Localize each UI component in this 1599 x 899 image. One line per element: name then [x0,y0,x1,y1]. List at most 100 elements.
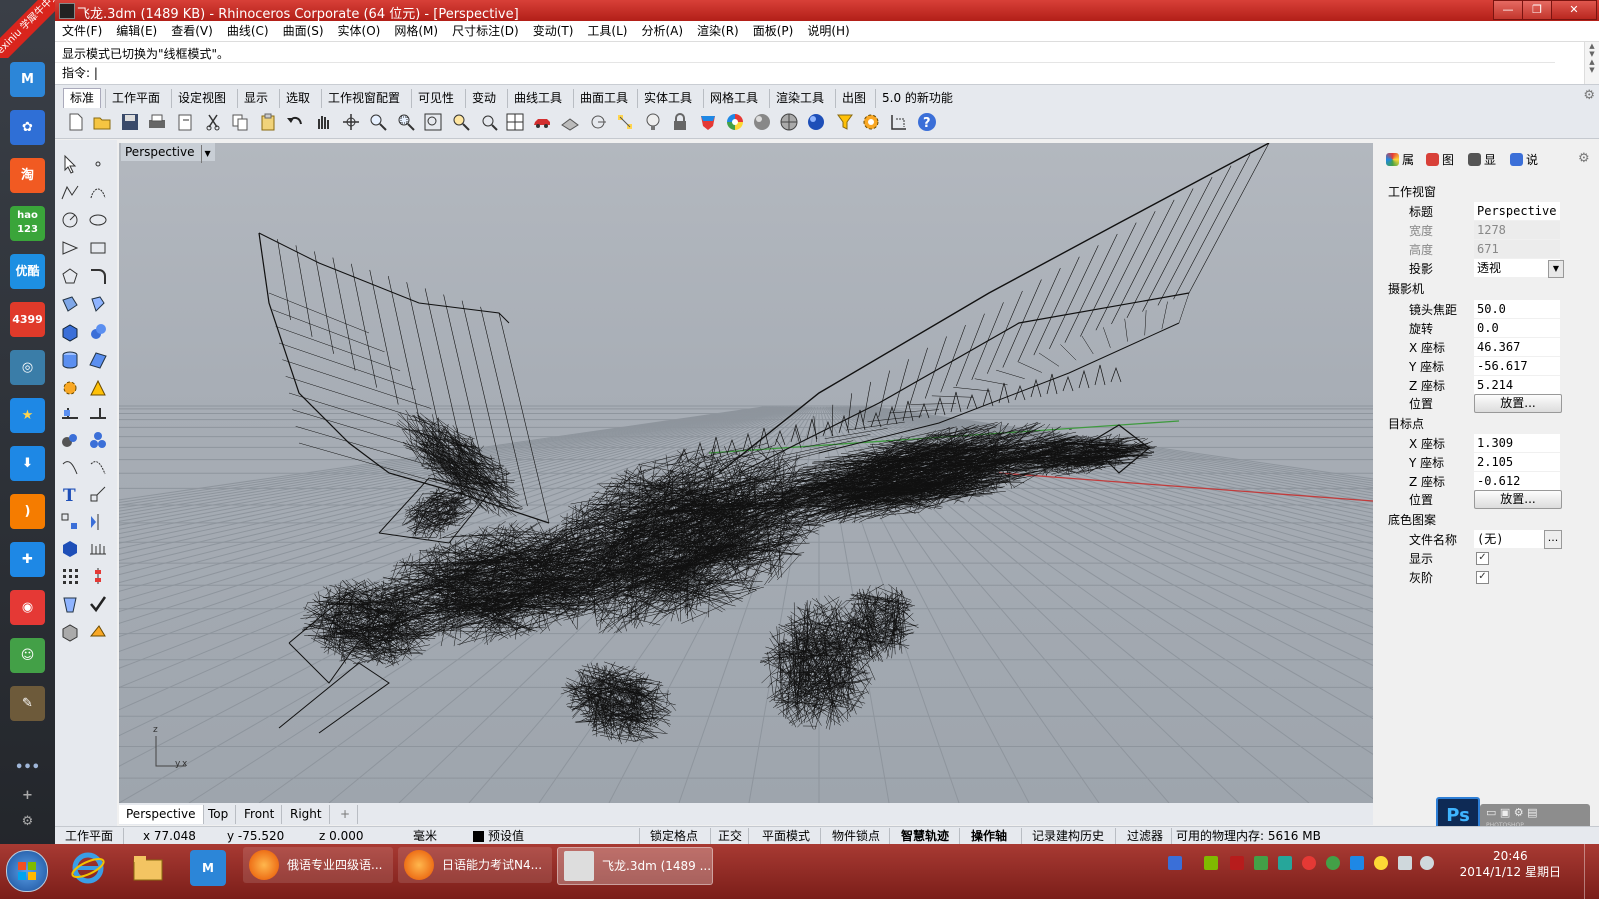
tab-front[interactable]: Front [237,805,283,824]
panel-tab-layers[interactable]: 图 [1424,150,1454,170]
viewport-title-label[interactable]: Perspective [125,145,195,159]
file-explorer-icon[interactable] [130,850,166,886]
tab-right[interactable]: Right [283,805,330,824]
dimension-icon[interactable] [889,112,909,132]
menu-view[interactable]: 查看(V) [164,21,220,41]
filter-funnel-icon[interactable] [835,112,855,132]
zoom-window-icon[interactable] [396,112,416,132]
taskbar-app-russian[interactable]: 俄语专业四级语... [243,847,393,883]
dimension-stack-icon[interactable] [88,538,108,558]
cut-icon[interactable] [203,112,223,132]
tab-set-view[interactable]: 设定视图 [171,89,232,108]
control-points-icon[interactable] [88,566,108,586]
menu-edit[interactable]: 编辑(E) [109,21,164,41]
tab-select[interactable]: 选取 [279,89,316,108]
undo-view-icon[interactable] [479,112,499,132]
menu-curve[interactable]: 曲线(C) [220,21,276,41]
boolean-sparkle-icon[interactable] [88,378,108,398]
smiley-app-icon[interactable]: ☺ [10,638,45,673]
sphere-icon[interactable] [88,322,108,342]
status-smarttrack[interactable]: 智慧轨迹 [901,828,949,844]
tab-viewport-layout[interactable]: 工作视窗配置 [321,89,406,108]
tab-transform[interactable]: 变动 [465,89,502,108]
viewport-menu-chevron-down-icon[interactable]: ▼ [200,145,211,163]
open-folder-icon[interactable] [92,112,112,132]
trim-icon[interactable] [88,404,108,424]
tray-flower-icon[interactable] [1302,856,1316,870]
help-icon[interactable]: ? [917,112,937,132]
tab-mesh-tools[interactable]: 网格工具 [703,89,764,108]
command-scrollbar[interactable]: ▲ ▼ ▲ ▼ [1584,42,1599,84]
toolbar-options-gear-icon[interactable]: ⚙ [1583,88,1595,103]
panel-tab-help[interactable]: 说 [1508,150,1538,170]
lens-field[interactable]: 50.0 [1474,300,1560,318]
status-grid-snap[interactable]: 锁定格点 [650,828,698,844]
solid-box-icon[interactable] [60,538,80,558]
command-prompt[interactable]: 指令: | [62,64,98,81]
menu-panels[interactable]: 面板(P) [746,21,801,41]
taskbar-clock[interactable]: 20:46 2014/1/12 星期日 [1460,848,1561,880]
analyze-icon[interactable] [60,594,80,614]
osnap-icon[interactable] [588,112,608,132]
tray-s-icon[interactable] [1350,856,1364,870]
fillet-curve-icon[interactable] [88,266,108,286]
zoom-selected-icon[interactable] [451,112,471,132]
material-icon[interactable] [88,622,108,642]
tab-display[interactable]: 显示 [237,89,274,108]
menu-file[interactable]: 文件(F) [55,21,109,41]
arc-icon[interactable] [60,238,80,258]
title-field[interactable]: Perspective [1474,202,1560,220]
offset-icon[interactable] [60,456,80,476]
options-gear-icon[interactable] [861,112,881,132]
battery-tray-icon[interactable] [1204,856,1218,870]
camera-place-button[interactable]: 放置... [1474,394,1562,413]
menu-solid[interactable]: 实体(O) [331,21,388,41]
polyline-icon[interactable] [60,182,80,202]
4399-icon[interactable]: 4399 [10,302,45,337]
tab-visibility[interactable]: 可见性 [411,89,460,108]
taobao-icon[interactable]: 淘 [10,158,45,193]
tab-render-tools[interactable]: 渲染工具 [769,89,830,108]
filename-field[interactable]: (无) [1474,530,1544,548]
viewport-canvas[interactable] [119,143,1373,803]
array-icon[interactable] [60,512,80,532]
status-record-history[interactable]: 记录建构历史 [1032,828,1104,844]
status-layer[interactable]: 预设值 [488,828,524,844]
hao123-icon[interactable]: hao 123 [10,206,45,241]
taskbar-app-rhino[interactable]: 飞龙.3dm (1489 ... [557,847,713,885]
box-icon[interactable] [60,322,80,342]
cylinder-icon[interactable] [60,350,80,370]
check-icon[interactable] [88,594,108,614]
camera-z-field[interactable]: 5.214 [1474,376,1560,394]
save-icon[interactable] [120,112,140,132]
paste-icon[interactable] [258,112,278,132]
select-arrow-icon[interactable] [60,154,80,174]
maximize-button[interactable]: ❐ [1522,0,1552,20]
status-ortho[interactable]: 正交 [718,828,742,844]
four-viewports-icon[interactable] [505,112,525,132]
import-icon[interactable] [175,112,195,132]
weibo-icon[interactable]: ◉ [10,590,45,625]
render-blue-sphere-icon[interactable] [806,112,826,132]
menu-mesh[interactable]: 网格(M) [387,21,445,41]
taskbar-app-japanese[interactable]: 日语能力考试N4... [398,847,552,883]
target-x-field[interactable]: 1.309 [1474,434,1560,452]
rendered-sphere-icon[interactable] [779,112,799,132]
tab-curve-tools[interactable]: 曲线工具 [507,89,568,108]
close-button[interactable]: ✕ [1551,0,1597,20]
panel-tab-properties[interactable]: 属 [1384,150,1414,170]
camera-y-field[interactable]: -56.617 [1474,357,1560,375]
viewport-title[interactable]: Perspective ▼ [121,143,215,163]
mirror-icon[interactable] [88,512,108,532]
rotate-field[interactable]: 0.0 [1474,319,1560,337]
tray-app-icon[interactable] [1230,856,1244,870]
swirl-app-icon[interactable]: ◎ [10,350,45,385]
copy-icon[interactable] [230,112,250,132]
split-icon[interactable] [60,404,80,424]
network-icon[interactable] [1398,856,1412,870]
rss-icon[interactable]: ) [10,494,45,529]
rotate-view-icon[interactable] [341,112,361,132]
menu-help[interactable]: 说明(H) [800,21,856,41]
target-place-button[interactable]: 放置... [1474,490,1562,509]
circle-icon[interactable] [60,210,80,230]
